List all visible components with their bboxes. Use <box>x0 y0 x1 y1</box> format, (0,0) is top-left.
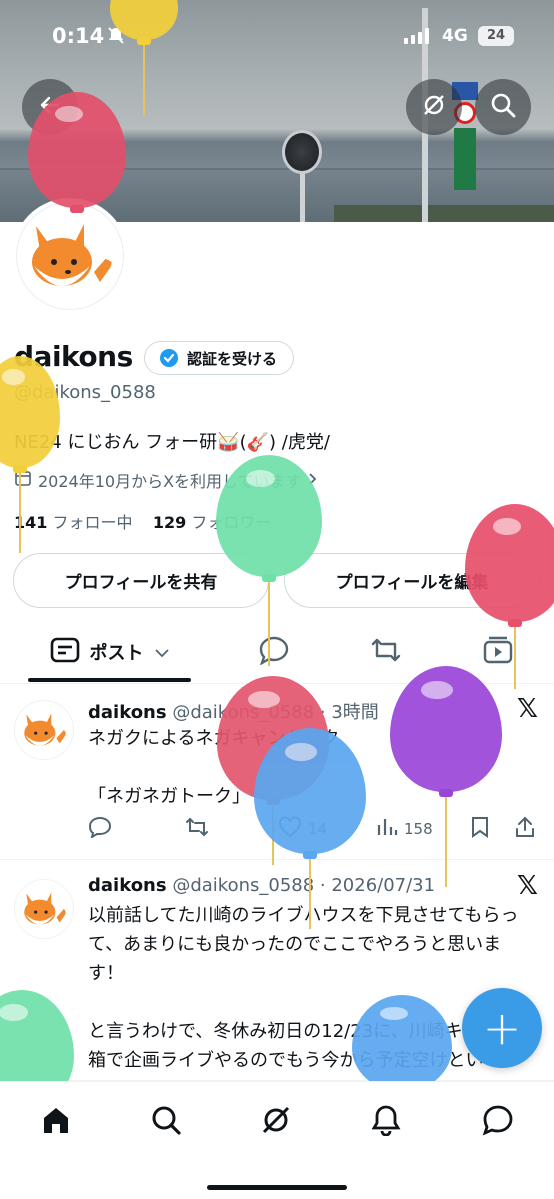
like-count: 14 <box>308 820 328 838</box>
get-verified-label: 認証を受ける <box>187 349 278 368</box>
post-actions: 14 158 <box>88 814 544 844</box>
tab-posts-label: ポスト <box>89 643 144 664</box>
reply-button[interactable] <box>88 814 112 844</box>
chevron-down-icon <box>154 642 170 663</box>
get-verified-button[interactable]: 認証を受ける <box>144 341 295 375</box>
tab-posts[interactable]: ポスト <box>28 622 191 682</box>
post-avatar[interactable] <box>14 700 74 760</box>
views-count: 158 <box>404 820 433 838</box>
media-play-icon <box>483 636 513 668</box>
grok-icon <box>421 92 447 122</box>
fox-avatar-icon <box>24 713 66 746</box>
post-avatar[interactable] <box>14 879 74 939</box>
fox-avatar-icon <box>24 892 66 925</box>
chevron-right-icon <box>308 471 318 490</box>
display-name: daikons <box>14 340 133 373</box>
nav-notifications[interactable] <box>360 1096 412 1148</box>
avatar[interactable] <box>12 198 128 314</box>
repost-button[interactable] <box>184 814 210 844</box>
home-icon <box>40 1105 72 1139</box>
following-link[interactable]: 141 フォロー中 <box>14 513 133 532</box>
tab-media[interactable] <box>468 622 528 682</box>
views-button[interactable]: 158 <box>376 814 433 844</box>
back-arrow-icon <box>38 93 62 121</box>
bio: NE24 にじおん フォー研🥁(🎸) /虎党/ <box>14 432 330 453</box>
network-label: 4G <box>442 26 468 46</box>
search-icon <box>490 92 516 122</box>
posts-icon <box>50 637 80 668</box>
nav-grok[interactable] <box>250 1096 302 1148</box>
following-label: フォロー中 <box>52 513 133 532</box>
edit-profile-button[interactable]: プロフィールを編集 <box>284 553 540 608</box>
reply-icon <box>88 816 112 842</box>
x-logo-icon[interactable]: 𝕏 <box>517 871 538 901</box>
share-profile-button[interactable]: プロフィールを共有 <box>13 553 269 608</box>
grok-button[interactable] <box>406 79 462 135</box>
follow-stats: 141 フォロー中 129 フォロワー <box>14 509 271 533</box>
active-tab-indicator <box>28 678 191 682</box>
like-button[interactable]: 14 <box>278 814 327 844</box>
signal-icon <box>404 28 429 44</box>
share-icon <box>514 816 536 842</box>
post-author-name[interactable]: daikons <box>88 702 167 723</box>
bell-icon <box>371 1104 401 1140</box>
post-meta: @daikons_0588 · 3時間 <box>172 702 379 723</box>
x-logo-icon[interactable]: 𝕏 <box>517 694 538 724</box>
followers-label: フォロワー <box>191 513 272 532</box>
calendar-icon <box>14 469 32 491</box>
tab-reposts[interactable] <box>356 622 416 682</box>
joined-date[interactable]: 2024年10月からXを利用しています <box>14 468 318 492</box>
handle: @daikons_0588 <box>14 382 156 403</box>
nav-home[interactable] <box>30 1096 82 1148</box>
post-author-name[interactable]: daikons <box>88 875 167 896</box>
plus-icon: + <box>482 1001 522 1055</box>
chat-bubble-icon <box>482 1104 514 1140</box>
repost-icon <box>369 636 403 668</box>
heart-icon <box>278 816 302 842</box>
profile-tabs: ポスト <box>0 622 554 684</box>
back-button[interactable] <box>22 79 78 135</box>
bookmark-button[interactable] <box>470 814 490 844</box>
bookmark-icon <box>470 816 490 842</box>
post-header: daikons @daikons_0588 · 2026/07/31 <box>88 875 435 896</box>
tab-replies[interactable] <box>244 622 304 682</box>
compose-post-button[interactable]: + <box>462 988 542 1068</box>
silent-bell-icon <box>108 27 124 49</box>
banner-green-sign <box>454 128 476 190</box>
nav-messages[interactable] <box>472 1096 524 1148</box>
followers-count: 129 <box>152 513 187 532</box>
followers-link[interactable]: 129 フォロワー <box>153 513 272 532</box>
post-header: daikons @daikons_0588 · 3時間 <box>88 698 379 724</box>
following-count: 141 <box>14 513 48 532</box>
bottom-navigation <box>0 1081 554 1199</box>
search-button[interactable] <box>475 79 531 135</box>
search-icon <box>150 1104 182 1140</box>
verified-badge-icon <box>159 348 179 368</box>
fox-avatar-icon <box>32 224 114 286</box>
repost-icon <box>184 816 210 842</box>
post-text: 以前話してた川崎のライブハウスを下見させてもらって、あまりにも良かったのでここで… <box>88 905 519 1080</box>
joined-label: 2024年10月からXを利用しています <box>38 472 302 491</box>
banner-seawall <box>334 205 554 222</box>
banner-road-mirror <box>282 130 322 174</box>
status-bar: 0:14 4G 24 <box>0 0 554 72</box>
status-time: 0:14 <box>52 24 105 48</box>
post-meta: @daikons_0588 · 2026/07/31 <box>172 875 436 896</box>
views-bar-icon <box>376 817 398 841</box>
home-indicator <box>207 1185 347 1190</box>
battery-indicator: 24 <box>478 26 514 46</box>
reply-bubble-icon <box>258 635 290 669</box>
post-item[interactable]: daikons @daikons_0588 · 3時間 𝕏 ネガクによるネガキャ… <box>0 684 554 860</box>
grok-icon <box>260 1104 292 1140</box>
banner-mirror-pole <box>300 170 305 222</box>
share-button[interactable] <box>514 814 536 844</box>
nav-search[interactable] <box>140 1096 192 1148</box>
post-text: ネガクによるネガキャントーク 「ネガネガトーク」 <box>88 728 340 807</box>
